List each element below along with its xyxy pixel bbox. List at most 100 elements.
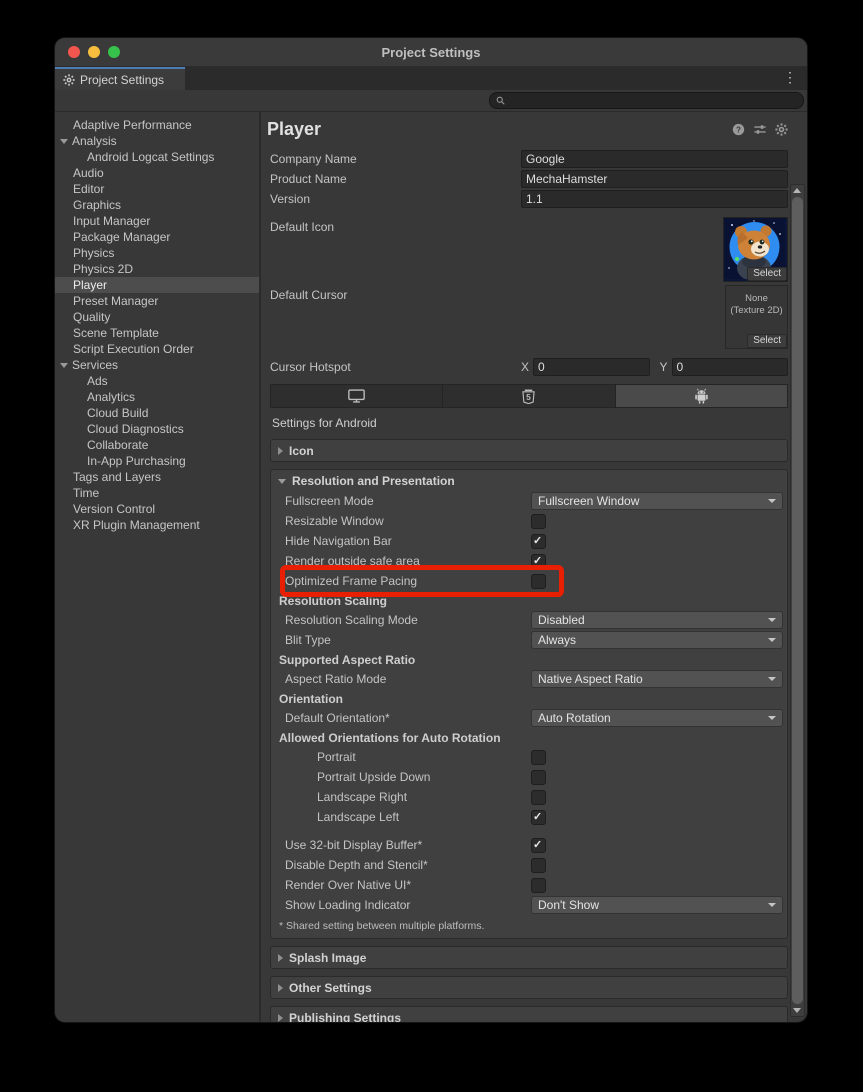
sidebar-item-input-manager[interactable]: Input Manager: [55, 213, 259, 229]
scrollbar-thumb[interactable]: [792, 197, 803, 1004]
sidebar-item-adaptive-performance[interactable]: Adaptive Performance: [55, 117, 259, 133]
sidebar-item-services[interactable]: Services: [55, 357, 259, 373]
section-other-header[interactable]: Other Settings: [271, 977, 787, 998]
company-name-field[interactable]: Google: [521, 150, 788, 168]
sidebar-item-physics-2d[interactable]: Physics 2D: [55, 261, 259, 277]
product-name-label: Product Name: [270, 172, 521, 186]
version-field[interactable]: 1.1: [521, 190, 788, 208]
default-cursor-object-field[interactable]: None (Texture 2D) Select: [725, 285, 788, 349]
setting-label: Blit Type: [279, 633, 531, 647]
html5-icon: 5: [522, 389, 535, 404]
section-icon-header[interactable]: Icon: [271, 440, 787, 461]
sidebar-item-ads[interactable]: Ads: [55, 373, 259, 389]
platform-tab-standalone[interactable]: [271, 385, 443, 407]
sidebar-item-android-logcat-settings[interactable]: Android Logcat Settings: [55, 149, 259, 165]
foldout-down-icon[interactable]: [60, 139, 68, 144]
close-window-icon[interactable]: [68, 46, 80, 58]
checkbox-resizable-window[interactable]: [531, 514, 546, 529]
subsection-label: Orientation: [279, 692, 343, 706]
sidebar-item-label: Ads: [87, 373, 108, 389]
maximize-window-icon[interactable]: [108, 46, 120, 58]
sidebar-item-script-execution-order[interactable]: Script Execution Order: [55, 341, 259, 357]
dropdown-show-loading-indicator[interactable]: Don't Show: [531, 896, 783, 914]
sidebar-item-time[interactable]: Time: [55, 485, 259, 501]
sidebar-item-graphics[interactable]: Graphics: [55, 197, 259, 213]
setting-label: Portrait: [279, 750, 531, 764]
sidebar-item-player[interactable]: Player: [55, 277, 259, 293]
default-cursor-select-button[interactable]: Select: [747, 334, 787, 348]
titlebar[interactable]: Project Settings: [55, 38, 807, 67]
setting-row-aspect-ratio-mode: Aspect Ratio ModeNative Aspect Ratio: [271, 669, 787, 689]
sidebar-item-version-control[interactable]: Version Control: [55, 501, 259, 517]
section-splash-header[interactable]: Splash Image: [271, 947, 787, 968]
hotspot-y-field[interactable]: 0: [672, 358, 788, 376]
gear-icon[interactable]: [775, 123, 788, 136]
help-icon[interactable]: ?: [732, 123, 745, 136]
sidebar-item-package-manager[interactable]: Package Manager: [55, 229, 259, 245]
chevron-down-icon: [768, 677, 776, 681]
scroll-down-icon[interactable]: [793, 1008, 801, 1013]
subsection-label: Resolution Scaling: [279, 594, 387, 608]
checkbox-portrait-upside-down[interactable]: [531, 770, 546, 785]
sidebar-item-preset-manager[interactable]: Preset Manager: [55, 293, 259, 309]
section-publishing-header[interactable]: Publishing Settings: [271, 1007, 787, 1022]
sidebar-item-physics[interactable]: Physics: [55, 245, 259, 261]
checkbox-optimized-frame-pacing[interactable]: [531, 574, 546, 589]
setting-row-portrait: Portrait: [271, 747, 787, 767]
sidebar-item-analysis[interactable]: Analysis: [55, 133, 259, 149]
company-name-label: Company Name: [270, 152, 521, 166]
sidebar-item-audio[interactable]: Audio: [55, 165, 259, 181]
section-publishing-label: Publishing Settings: [289, 1011, 401, 1023]
sidebar-item-editor[interactable]: Editor: [55, 181, 259, 197]
minimize-window-icon[interactable]: [88, 46, 100, 58]
section-resolution-header[interactable]: Resolution and Presentation: [271, 470, 787, 491]
sidebar-item-collaborate[interactable]: Collaborate: [55, 437, 259, 453]
version-row: Version 1.1: [267, 189, 788, 209]
dropdown-aspect-ratio-mode[interactable]: Native Aspect Ratio: [531, 670, 783, 688]
checkbox-landscape-right[interactable]: [531, 790, 546, 805]
sidebar-item-scene-template[interactable]: Scene Template: [55, 325, 259, 341]
gear-icon: [63, 74, 75, 86]
hotspot-x-field[interactable]: 0: [533, 358, 649, 376]
checkbox-render-over-native-ui[interactable]: [531, 878, 546, 893]
sidebar-item-in-app-purchasing[interactable]: In-App Purchasing: [55, 453, 259, 469]
sidebar-item-cloud-build[interactable]: Cloud Build: [55, 405, 259, 421]
platform-tab-webgl[interactable]: 5: [443, 385, 615, 407]
checkbox-render-outside-safe-area[interactable]: [531, 554, 546, 569]
sidebar-item-xr-plugin-management[interactable]: XR Plugin Management: [55, 517, 259, 533]
sidebar-item-analytics[interactable]: Analytics: [55, 389, 259, 405]
dropdown-default-orientation[interactable]: Auto Rotation: [531, 709, 783, 727]
sidebar-item-label: Physics: [73, 245, 114, 261]
checkbox-disable-depth-and-stencil[interactable]: [531, 858, 546, 873]
platform-tab-android[interactable]: [616, 385, 787, 407]
section-splash-image: Splash Image: [270, 946, 788, 969]
scroll-up-icon[interactable]: [793, 188, 801, 193]
foldout-down-icon[interactable]: [60, 363, 68, 368]
sidebar-item-tags-and-layers[interactable]: Tags and Layers: [55, 469, 259, 485]
checkbox-portrait[interactable]: [531, 750, 546, 765]
presets-icon[interactable]: [753, 123, 767, 136]
vertical-scrollbar[interactable]: [790, 184, 805, 1017]
dropdown-fullscreen-mode[interactable]: Fullscreen Window: [531, 492, 783, 510]
checkbox-landscape-left[interactable]: [531, 810, 546, 825]
sidebar-item-label: Player: [73, 277, 107, 293]
search-input[interactable]: [489, 92, 804, 109]
default-icon-thumbnail[interactable]: Select: [723, 217, 788, 282]
dropdown-blit-type[interactable]: Always: [531, 631, 783, 649]
setting-label: Resizable Window: [279, 514, 531, 528]
more-menu-icon[interactable]: ⋮: [783, 70, 797, 84]
sidebar-item-cloud-diagnostics[interactable]: Cloud Diagnostics: [55, 421, 259, 437]
product-name-field[interactable]: MechaHamster: [521, 170, 788, 188]
sidebar-item-quality[interactable]: Quality: [55, 309, 259, 325]
checkbox-hide-navigation-bar[interactable]: [531, 534, 546, 549]
product-name-row: Product Name MechaHamster: [267, 169, 788, 189]
project-settings-window: Project Settings Project Settings ⋮ Adap…: [55, 38, 807, 1022]
checkbox-use-32-bit-display-buffer[interactable]: [531, 838, 546, 853]
default-icon-select-button[interactable]: Select: [747, 267, 787, 281]
sidebar-item-label: Android Logcat Settings: [87, 149, 214, 165]
dropdown-resolution-scaling-mode[interactable]: Disabled: [531, 611, 783, 629]
tab-project-settings[interactable]: Project Settings: [55, 67, 185, 90]
subsection-resolution-scaling: Resolution Scaling: [271, 591, 787, 610]
setting-label: Landscape Right: [279, 790, 531, 804]
subsection-supported-aspect-ratio: Supported Aspect Ratio: [271, 650, 787, 669]
